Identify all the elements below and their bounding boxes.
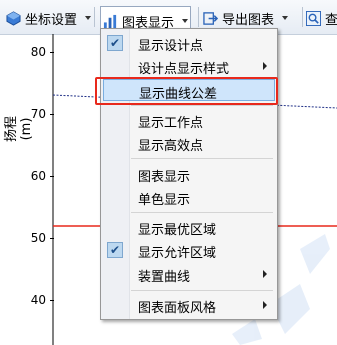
query-button[interactable]: 查 (306, 8, 337, 28)
checkmark-icon: ✔ (107, 242, 123, 258)
menu-separator (131, 290, 273, 291)
submenu-arrow-icon (263, 270, 267, 278)
menu-item-show-work-point[interactable]: 显示工作点 (103, 109, 275, 131)
menu-item-label: 显示设计点 (138, 39, 204, 54)
menu-item-label: 显示最优区域 (138, 223, 217, 238)
coord-settings-button[interactable]: 坐标设置 (6, 8, 92, 28)
menu-item-show-optimal-region[interactable]: 显示最优区域 (103, 216, 275, 238)
submenu-arrow-icon (263, 62, 267, 70)
menu-item-design-point-style[interactable]: 设计点显示样式 (103, 55, 275, 77)
chevron-down-icon (85, 16, 92, 20)
y-tick-label: 50 (30, 231, 46, 245)
menu-separator (131, 158, 273, 159)
menu-item-show-design-point[interactable]: ✔ 显示设计点 (103, 32, 275, 54)
menu-item-show-allowed-region[interactable]: ✔ 显示允许区域 (103, 239, 275, 261)
menu-item-chart-panel-style[interactable]: 图表面板风格 (103, 294, 275, 316)
menu-item-show-efficient-point[interactable]: 显示高效点 (103, 132, 275, 154)
y-tick-label: 70 (30, 107, 46, 121)
menu-separator (131, 105, 273, 106)
toolbar-divider (94, 7, 95, 27)
menu-item-label: 设计点显示样式 (138, 62, 230, 77)
coord-settings-label: 坐标设置 (25, 12, 78, 28)
y-tick-label: 80 (30, 45, 46, 59)
y-tick-mark (50, 176, 54, 177)
chart-display-menu: ✔ 显示设计点 设计点显示样式 显示曲线公差 显示工作点 显示高效点 图表显示 … (100, 28, 278, 320)
annotation-highlight-box (95, 77, 278, 105)
y-tick-mark (50, 52, 54, 53)
chevron-down-icon (282, 16, 289, 20)
menu-item-label: 装置曲线 (138, 270, 191, 285)
menu-item-chart-display[interactable]: 图表显示 (103, 163, 275, 185)
y-tick-label: 40 (30, 293, 46, 307)
menu-item-label: 显示高效点 (138, 139, 204, 154)
export-chart-label: 导出图表 (222, 12, 275, 28)
menu-item-label: 图表显示 (138, 170, 191, 185)
y-tick-mark (50, 300, 54, 301)
cube-icon (6, 10, 21, 26)
menu-item-label: 图表面板风格 (138, 301, 217, 316)
bar-chart-icon (103, 14, 117, 28)
export-icon (203, 11, 218, 25)
menu-item-monochrome[interactable]: 单色显示 (103, 186, 275, 208)
menu-separator (131, 212, 273, 213)
y-tick-mark (50, 238, 54, 239)
toolbar-divider (198, 7, 199, 27)
search-icon (306, 10, 321, 26)
y-tick-label: 60 (30, 169, 46, 183)
menu-item-device-curve[interactable]: 装置曲线 (103, 263, 275, 285)
y-tick-mark (50, 114, 54, 115)
menu-item-label: 显示允许区域 (138, 246, 217, 261)
export-chart-button[interactable]: 导出图表 (203, 8, 289, 28)
toolbar-divider (302, 7, 303, 27)
chevron-down-icon (182, 19, 189, 23)
menu-item-label: 显示工作点 (138, 116, 204, 131)
submenu-arrow-icon (263, 301, 267, 309)
menu-item-label: 单色显示 (138, 193, 191, 208)
query-label: 查 (325, 12, 337, 28)
checkmark-icon: ✔ (107, 35, 123, 51)
